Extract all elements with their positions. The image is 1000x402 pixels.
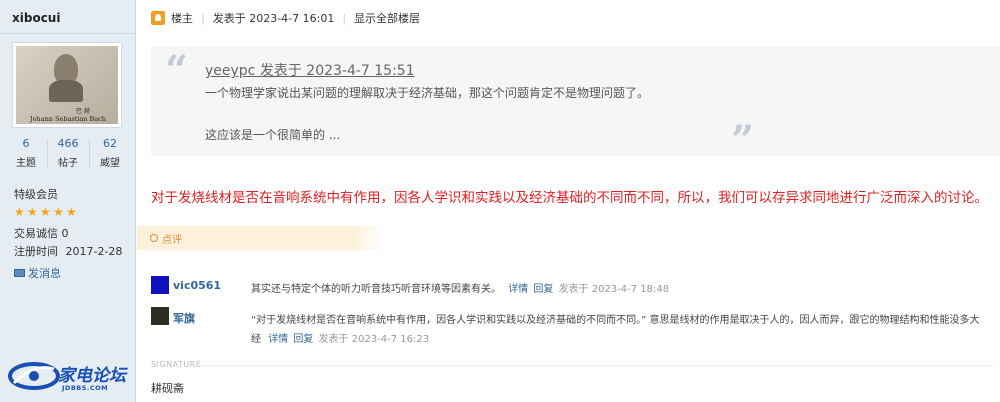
post-body: 对于发烧线材是否在音响系统中有作用，因各人学识和实践以及经济基础的不同而不同，所… [151,190,988,206]
stat-topics-label: 主题 [16,158,36,169]
comments-header: 点评 [137,226,383,250]
user-stats: 6 主题 466 帖子 62 威望 [6,137,130,177]
quote-line: 一个物理学家说出某问题的理解取决于经济基础，那这个问题肯定不是物理问题了。 [205,86,650,100]
comment-message: 其实还与特定个体的听力听音技巧听音环境等因素有关。 [251,284,501,295]
comment-detail-link[interactable]: 详情 [508,284,528,295]
comment-message-cont: 经 [251,334,261,345]
username[interactable]: xibocui [12,11,60,25]
quote-line: 这应该是一个很简单的 ... [205,128,341,142]
star-icon: ★ [27,205,38,219]
quote-open-icon: “ [165,47,189,94]
comment-reply-link[interactable]: 回复 [293,334,313,345]
send-message-label: 发消息 [28,267,61,280]
stat-posts-value: 466 [57,137,79,150]
stat-prestige-label: 威望 [100,158,120,169]
star-icon: ★ [40,205,51,219]
stat-topics-value: 6 [22,137,30,150]
separator: | [342,11,347,25]
commenter-name[interactable]: vic0561 [173,279,221,292]
commenter-avatar[interactable] [151,276,169,294]
comment-reply-link[interactable]: 回复 [533,284,553,295]
comment-time: 发表于 2023-4-7 16:23 [318,334,430,345]
post-time: 发表于 2023-4-7 16:01 [212,12,335,25]
comment-item: vic0561 其实还与特定个体的听力听音技巧听音环境等因素有关。 详情 回复 … [151,276,1000,298]
trade-credit: 交易诚信 0 [14,227,69,240]
comment-time: 发表于 2023-4-7 18:48 [558,284,670,295]
stat-prestige[interactable]: 62 威望 [90,137,130,169]
stat-posts-label: 帖子 [58,158,78,169]
signature-text: 耕砚斋 [151,382,184,395]
star-icon: ★ [14,205,25,219]
rank-stars: ★ ★ ★ ★ ★ [14,206,78,219]
commenter-avatar[interactable] [151,307,169,325]
stat-topics[interactable]: 6 主题 [6,137,46,169]
owner-icon [151,11,165,25]
user-rank[interactable]: 特级会员 [14,186,58,202]
stat-prestige-value: 62 [103,137,117,150]
post-content: 楼主 | 发表于 2023-4-7 16:01 | 显示全部楼层 “ yeeyp… [137,0,1000,402]
register-time: 注册时间 2017-2-28 [14,243,122,259]
comment-text: 经 详情 回复 发表于 2023-4-7 16:23 [251,330,429,345]
signature-label: SIGNATURE [151,360,202,369]
show-all-floors-link[interactable]: 显示全部楼层 [354,10,420,26]
star-icon: ★ [66,205,77,219]
user-sidebar: xibocui 巴 赫 Johann Sebastian Bach 6 主题 4… [0,0,136,402]
avatar[interactable]: 巴 赫 Johann Sebastian Bach [12,42,122,128]
avatar-image: 巴 赫 Johann Sebastian Bach [16,46,118,124]
quote-block: “ yeeypc 发表于 2023-4-7 15:51 一个物理学家说出某问题的… [151,47,1000,164]
logo-text-en: JDBBS.COM [62,384,109,392]
send-message-link[interactable]: 发消息 [14,265,61,281]
avatar-bust-body [49,80,83,102]
stat-posts[interactable]: 466 帖子 [48,137,88,169]
avatar-caption-cn: 巴 赫 [76,108,90,115]
divider [0,33,136,34]
comment-detail-link[interactable]: 详情 [268,334,288,345]
post-header: 楼主 | 发表于 2023-4-7 16:01 | 显示全部楼层 [151,9,420,27]
star-icon: ★ [53,205,64,219]
comment-message: “对于发烧线材是否在音响系统中有作用，因各人学识和实践以及经济基础的不同而不同。… [251,315,980,326]
comment-text: 其实还与特定个体的听力听音技巧听音环境等因素有关。 详情 回复 发表于 2023… [251,280,669,295]
register-time-value: 2017-2-28 [65,245,123,258]
comment-item: 军旗 “对于发烧线材是否在音响系统中有作用，因各人学识和实践以及经济基础的不同而… [151,307,1000,345]
separator: | [201,11,205,25]
quote-source-link[interactable]: yeeypc 发表于 2023-4-7 15:51 [205,60,415,80]
avatar-caption-en: Johann Sebastian Bach [30,115,106,123]
site-logo: 家电论坛 JDBBS.COM [8,358,132,396]
register-time-label: 注册时间 [14,245,58,258]
logo-swoosh-icon [8,362,60,390]
owner-label: 楼主 [171,12,193,25]
quote-close-icon: ” [731,117,755,164]
mail-icon [14,269,25,277]
logo-text-cn: 家电论坛 [58,366,126,386]
comment-dot-icon [150,234,158,242]
comments-label: 点评 [162,235,182,246]
signature-divider [203,365,993,366]
commenter-name[interactable]: 军旗 [173,310,195,326]
